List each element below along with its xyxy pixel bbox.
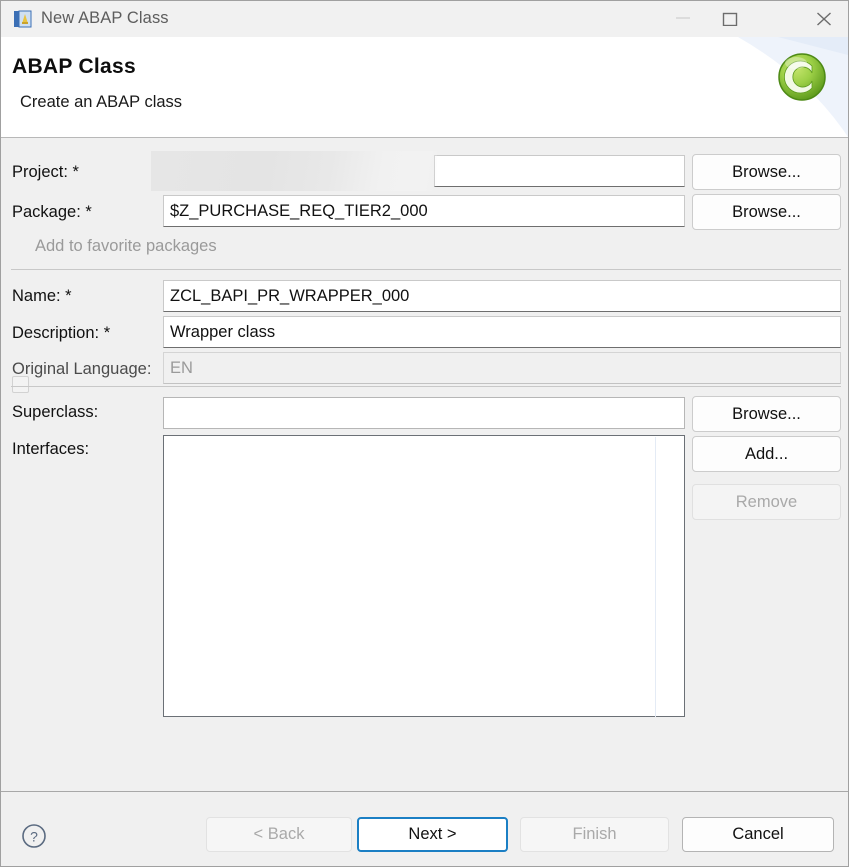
finish-button: Finish bbox=[520, 817, 669, 852]
interfaces-remove-button: Remove bbox=[692, 484, 841, 520]
superclass-label: Superclass: bbox=[12, 403, 99, 421]
abap-class-green-c-icon bbox=[778, 53, 826, 101]
superclass-browse-button[interactable]: Browse... bbox=[692, 396, 841, 432]
close-button[interactable] bbox=[801, 1, 848, 36]
svg-text:?: ? bbox=[30, 829, 38, 845]
interfaces-scrollbar[interactable] bbox=[655, 437, 656, 717]
section-divider-1 bbox=[11, 269, 841, 270]
wizard-header: ABAP Class Create an ABAP class bbox=[1, 37, 848, 137]
section-divider-2 bbox=[11, 386, 841, 387]
description-label: Description: * bbox=[12, 324, 111, 342]
minimize-icon bbox=[676, 17, 690, 19]
superclass-input[interactable] bbox=[163, 397, 685, 429]
add-to-favorite-label: Add to favorite packages bbox=[35, 237, 217, 255]
name-label: Name: * bbox=[12, 287, 72, 305]
new-abap-class-dialog: New ABAP Class ABAP Class Create an ABAP… bbox=[0, 0, 849, 867]
cancel-button[interactable]: Cancel bbox=[682, 817, 834, 852]
close-icon bbox=[817, 12, 831, 26]
project-value-redaction bbox=[151, 151, 437, 191]
back-button: < Back bbox=[206, 817, 352, 852]
project-label: Project: * bbox=[12, 163, 79, 181]
next-button[interactable]: Next > bbox=[357, 817, 508, 852]
project-input[interactable] bbox=[434, 155, 685, 187]
page-title: ABAP Class bbox=[12, 55, 136, 78]
dialog-footer: ? < Back Next > Finish Cancel bbox=[1, 792, 848, 866]
package-input[interactable]: $Z_PURCHASE_REQ_TIER2_000 bbox=[163, 195, 685, 227]
original-language-input: EN bbox=[163, 352, 841, 384]
name-input[interactable]: ZCL_BAPI_PR_WRAPPER_000 bbox=[163, 280, 841, 312]
minimize-button[interactable] bbox=[660, 1, 707, 36]
interfaces-list[interactable] bbox=[163, 435, 685, 717]
title-bar: New ABAP Class bbox=[1, 1, 848, 38]
project-browse-button[interactable]: Browse... bbox=[692, 154, 841, 190]
package-browse-button[interactable]: Browse... bbox=[692, 194, 841, 230]
page-subtitle: Create an ABAP class bbox=[20, 93, 183, 111]
original-language-label: Original Language: bbox=[12, 360, 152, 378]
maximize-button[interactable] bbox=[707, 1, 754, 36]
help-icon[interactable]: ? bbox=[21, 823, 47, 849]
window-title: New ABAP Class bbox=[41, 9, 169, 27]
abap-class-wizard-icon bbox=[13, 9, 33, 29]
maximize-icon bbox=[722, 12, 738, 26]
interfaces-add-button[interactable]: Add... bbox=[692, 436, 841, 472]
form-body: Project: * Browse... Package: * $Z_PURCH… bbox=[1, 138, 848, 791]
interfaces-label: Interfaces: bbox=[12, 440, 90, 458]
description-input[interactable]: Wrapper class bbox=[163, 316, 841, 348]
package-label: Package: * bbox=[12, 203, 92, 221]
